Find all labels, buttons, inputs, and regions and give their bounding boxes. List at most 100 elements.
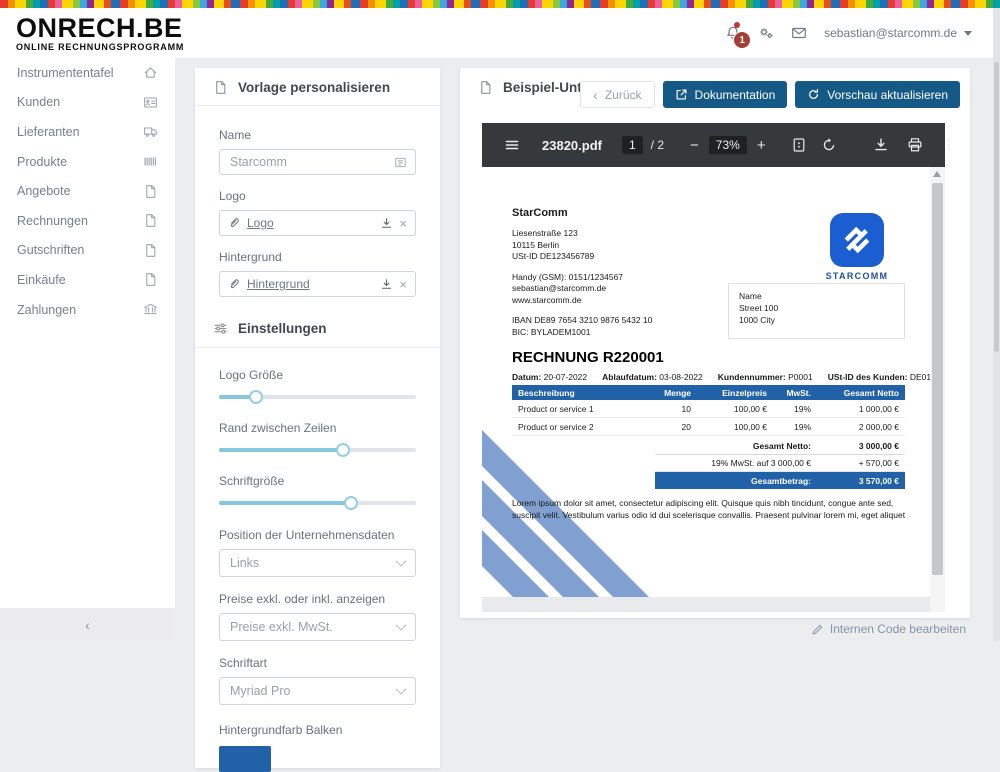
invoice-logo xyxy=(830,213,884,267)
refresh-icon xyxy=(807,88,820,101)
total-value: + 570,00 € xyxy=(817,458,905,468)
rainbow-top-bar xyxy=(0,0,1000,8)
starcomm-logo-icon xyxy=(837,220,877,260)
slider-1[interactable] xyxy=(219,390,416,404)
slider-2[interactable] xyxy=(219,443,416,457)
zoom-in-button[interactable]: + xyxy=(757,138,766,153)
invoice-recipient-box: NameStreet 1001000 City xyxy=(728,283,905,339)
logo-download-button[interactable] xyxy=(380,217,393,230)
sidebar-item-zahlungen[interactable]: Zahlungen xyxy=(0,295,175,325)
pdf-more-button[interactable] xyxy=(941,137,957,153)
messages-button[interactable] xyxy=(791,25,807,41)
slider-thumb[interactable] xyxy=(344,496,358,510)
browser-scrollbar-thumb[interactable] xyxy=(994,62,999,352)
invoice-logo-caption: STARCOMM xyxy=(818,271,896,281)
slider-label: Logo Größe xyxy=(219,368,416,382)
pdf-zoom-level[interactable]: 73% xyxy=(709,136,747,154)
chevron-down-icon xyxy=(395,619,406,630)
background-file-link[interactable]: Hintergrund xyxy=(247,277,310,291)
logo-file-link[interactable]: Logo xyxy=(247,216,274,230)
print-icon xyxy=(907,137,923,153)
pdf-viewer: 23820.pdf 1 / 2 − 73% + StarComm Liesens… xyxy=(482,123,945,612)
rotate-button[interactable] xyxy=(821,137,837,153)
invoice-footer-text: Lorem ipsum dolor sit amet, consectetur … xyxy=(512,497,916,521)
select-3[interactable]: Myriad Pro xyxy=(219,677,416,705)
pdf-filename: 23820.pdf xyxy=(542,138,602,153)
sidebar-item-label: Angebote xyxy=(17,184,71,198)
notifications-button[interactable]: 1 xyxy=(725,25,741,41)
select-1[interactable]: Links xyxy=(219,549,416,577)
sidebar-item-lieferanten[interactable]: Lieferanten xyxy=(0,117,175,147)
external-link-icon xyxy=(675,88,688,101)
logo-remove-button[interactable]: × xyxy=(399,217,407,230)
file-pdf-icon xyxy=(143,243,158,258)
sidebar-item-kunden[interactable]: Kunden xyxy=(0,88,175,118)
sidebar-item-rechnungen[interactable]: Rechnungen xyxy=(0,206,175,236)
pdf-print-button[interactable] xyxy=(907,137,923,153)
sidebar-item-produkte[interactable]: Produkte xyxy=(0,147,175,177)
preview-panel: Beispiel-Unterlage ‹ Zurück Dokumentatio… xyxy=(460,68,970,618)
background-remove-button[interactable]: × xyxy=(399,278,407,291)
pdf-download-button[interactable] xyxy=(873,137,889,153)
slider-thumb[interactable] xyxy=(336,443,350,457)
barcode-icon xyxy=(143,154,158,169)
recipient-line: 1000 City xyxy=(739,314,894,326)
pdf-page: StarComm Liesenstraße 12310115 BerlinUSt… xyxy=(482,167,930,597)
bar-color-label: Hintergrundfarb Balken xyxy=(219,723,416,737)
bank-icon xyxy=(143,302,158,317)
paperclip-icon xyxy=(228,278,241,291)
background-stripes xyxy=(482,357,782,597)
logo-file-field: Logo × xyxy=(219,210,416,236)
select-value: Preise exkl. MwSt. xyxy=(230,620,333,634)
browser-scrollbar[interactable] xyxy=(993,8,1000,641)
background-download-button[interactable] xyxy=(380,278,393,291)
pdf-scrollbar-thumb[interactable] xyxy=(932,183,943,575)
slider-3[interactable] xyxy=(219,496,416,510)
sidebar-item-instrumententafel[interactable]: Instrumententafel xyxy=(0,58,175,88)
app-header: ONRECH.BE ONLINE RECHNUNGSPROGRAMM 1 seb… xyxy=(0,8,1000,58)
envelope-icon xyxy=(791,25,807,41)
scroll-up-arrow[interactable] xyxy=(933,171,941,177)
settings-section-header: Einstellungen xyxy=(195,321,440,348)
notification-badge: 1 xyxy=(733,31,751,49)
customize-panel-title: Vorlage personalisieren xyxy=(238,80,390,95)
input-box-icon xyxy=(394,156,407,169)
select-2[interactable]: Preise exkl. MwSt. xyxy=(219,613,416,641)
bar-color-swatch[interactable] xyxy=(219,746,271,772)
sidebar-item-gutschriften[interactable]: Gutschriften xyxy=(0,236,175,266)
download-icon xyxy=(873,137,889,153)
account-menu[interactable]: sebastian@starcomm.de xyxy=(824,26,972,40)
settings-cogs-button[interactable] xyxy=(758,25,774,41)
sidebar-item-angebote[interactable]: Angebote xyxy=(0,176,175,206)
slider-label: Schriftgröße xyxy=(219,474,416,488)
back-button[interactable]: ‹ Zurück xyxy=(580,81,654,108)
pdf-page-input[interactable]: 1 xyxy=(622,136,643,154)
invoice-company-block: StarComm Liesenstraße 12310115 BerlinUSt… xyxy=(512,207,652,338)
sidebar-item-label: Produkte xyxy=(17,155,67,169)
documentation-button[interactable]: Dokumentation xyxy=(663,81,788,108)
slider-thumb[interactable] xyxy=(249,390,263,404)
chevron-down-icon xyxy=(395,683,406,694)
brand-logo: ONRECH.BE ONLINE RECHNUNGSPROGRAMM xyxy=(16,14,184,52)
pdf-page-count: / 2 xyxy=(651,138,664,152)
chevron-left-icon: ‹ xyxy=(593,88,598,102)
sidebar-item-label: Gutschriften xyxy=(17,243,84,257)
refresh-preview-button[interactable]: Vorschau aktualisieren xyxy=(795,81,960,108)
settings-section-title: Einstellungen xyxy=(238,321,327,336)
sidebar-item-label: Rechnungen xyxy=(17,214,88,228)
sidebar-collapse-button[interactable]: ‹ xyxy=(0,608,175,641)
sidebar-item-einkaeufe[interactable]: Einkäufe xyxy=(0,265,175,295)
pdf-scrollbar[interactable] xyxy=(930,167,945,612)
edit-internal-code-link[interactable]: Internen Code bearbeiten xyxy=(811,622,966,636)
invoice-column-header: Gesamt Netto xyxy=(817,388,905,398)
fit-page-button[interactable] xyxy=(791,137,807,153)
sidebar-item-label: Lieferanten xyxy=(17,125,80,139)
rotate-icon xyxy=(821,137,837,153)
zoom-out-button[interactable]: − xyxy=(690,138,699,153)
cogs-icon xyxy=(758,25,774,41)
name-input[interactable] xyxy=(228,154,388,170)
pdf-menu-button[interactable] xyxy=(504,137,520,153)
select-value: Links xyxy=(230,556,259,570)
total-value: 3 570,00 € xyxy=(817,476,905,486)
download-icon xyxy=(380,278,393,291)
